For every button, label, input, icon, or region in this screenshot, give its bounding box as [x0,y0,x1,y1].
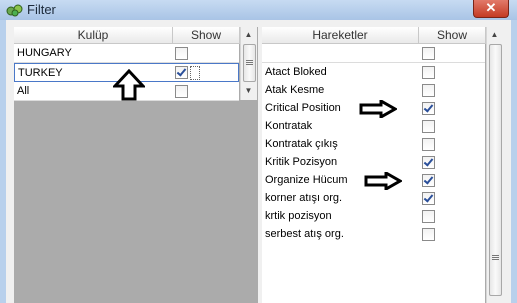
right-arrow-annotation [359,100,397,118]
scroll-down-icon[interactable]: ▼ [241,83,256,98]
show-checkbox[interactable] [422,156,435,169]
filter-app-icon [6,4,23,17]
club-row[interactable]: HUNGARY [14,44,239,63]
move-label: krtik pozisyon [265,210,332,222]
show-checkbox[interactable] [422,210,435,223]
close-button[interactable]: ✕ [473,0,509,18]
show-checkbox[interactable] [422,192,435,205]
show-checkbox[interactable] [422,102,435,115]
column-header-show-left[interactable]: Show [173,27,240,44]
show-checkbox[interactable] [422,47,435,60]
move-row[interactable]: korner atışı org. [262,189,485,208]
show-checkbox[interactable] [422,138,435,151]
move-label: korner atışı org. [265,192,343,204]
show-checkbox[interactable] [422,66,435,79]
club-scrollbar[interactable]: ▲ ▼ [240,27,257,100]
moves-scrollbar[interactable]: ▲ [486,27,503,303]
show-checkbox[interactable] [175,85,188,98]
scroll-up-icon[interactable]: ▲ [487,27,502,42]
move-label: Critical Position [265,102,341,114]
show-checkbox[interactable] [175,47,188,60]
move-row[interactable]: Atak Kesme [262,81,485,100]
window-title: Filter [27,2,56,17]
move-label: Atact Bloked [265,66,327,78]
right-arrow-annotation [364,172,402,190]
show-checkbox[interactable] [422,228,435,241]
up-arrow-annotation [113,69,145,101]
club-label: All [17,85,30,97]
move-row[interactable]: krtik pozisyon [262,207,485,226]
show-checkbox[interactable] [422,120,435,133]
column-header-moves[interactable]: Hareketler [262,27,419,44]
show-checkbox[interactable] [422,174,435,187]
move-label: serbest atış org. [265,228,344,240]
move-row[interactable]: Kritik Pozisyon [262,153,485,172]
move-label: Kontratak çıkış [265,138,338,150]
focus-caret [190,66,200,80]
move-row[interactable] [262,44,485,63]
move-row-empty[interactable] [262,279,485,303]
title-bar: Filter ✕ [0,0,517,20]
column-header-club[interactable]: Kulüp [14,27,173,44]
show-checkbox[interactable] [175,66,188,79]
move-label: Kritik Pozisyon [265,156,338,168]
scroll-up-icon[interactable]: ▲ [241,27,256,42]
close-icon: ✕ [485,0,497,15]
scroll-thumb[interactable] [489,44,502,296]
move-row-empty[interactable] [262,261,485,280]
move-label: Organize Hücum [265,174,348,186]
show-checkbox[interactable] [422,84,435,97]
scroll-thumb[interactable] [243,44,256,82]
move-label: Kontratak [265,120,313,132]
move-row-empty[interactable] [262,243,485,262]
move-row[interactable]: Kontratak çıkış [262,135,485,154]
move-row[interactable]: Kontratak [262,117,485,136]
move-row[interactable]: Atact Bloked [262,63,485,82]
move-label: Atak Kesme [265,84,325,96]
club-label: HUNGARY [17,47,72,59]
column-header-show-right[interactable]: Show [419,27,486,44]
club-label: TURKEY [18,67,63,79]
move-row[interactable]: serbest atış org. [262,225,485,244]
